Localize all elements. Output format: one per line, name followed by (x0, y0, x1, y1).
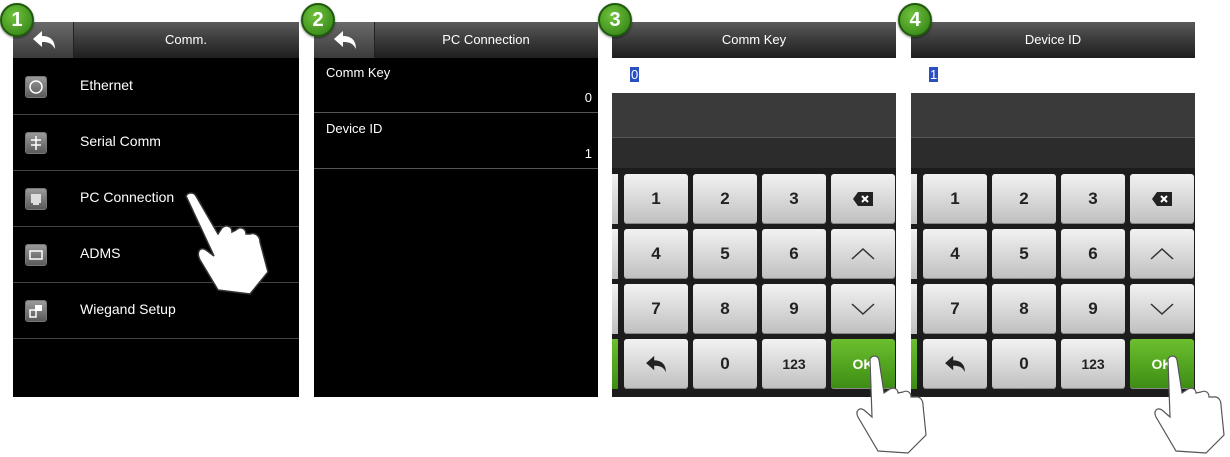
back-arrow-icon (334, 31, 356, 49)
ethernet-icon (25, 76, 47, 98)
pointing-hand-icon (856, 355, 927, 454)
mode-123-key[interactable]: 123 (762, 339, 826, 389)
chevron-up-icon (1150, 247, 1174, 260)
key-4[interactable]: 4 (923, 229, 987, 279)
setting-row-comm-key[interactable]: Comm Key 0 (314, 58, 598, 113)
value-input[interactable]: 1 (911, 58, 1195, 93)
menu-item-label: Ethernet (80, 77, 133, 93)
key-3[interactable]: 3 (762, 174, 826, 224)
pc-connection-icon (25, 188, 47, 210)
key-8[interactable]: 8 (992, 284, 1056, 334)
key-9[interactable]: 9 (1061, 284, 1125, 334)
page-title: Device ID (1024, 32, 1082, 47)
step-badge-1: 1 (0, 3, 34, 37)
key-8[interactable]: 8 (693, 284, 757, 334)
back-key[interactable] (923, 339, 987, 389)
mode-123-key[interactable]: 123 (1061, 339, 1125, 389)
menu-item-label: PC Connection (80, 189, 175, 205)
back-key[interactable] (624, 339, 688, 389)
key-edge (612, 339, 618, 389)
key-edge (612, 284, 618, 334)
page-title: Comm Key (721, 32, 787, 47)
input-value: 0 (630, 67, 640, 82)
key-edge (911, 174, 917, 224)
key-edge (911, 229, 917, 279)
input-area (612, 93, 896, 138)
key-1[interactable]: 1 (923, 174, 987, 224)
key-7[interactable]: 7 (624, 284, 688, 334)
pointing-hand-icon (185, 192, 269, 295)
menu-item-label: Serial Comm (80, 133, 161, 149)
key-5[interactable]: 5 (992, 229, 1056, 279)
back-arrow-icon (33, 31, 55, 49)
key-5[interactable]: 5 (693, 229, 757, 279)
title-bar: Comm Key (612, 22, 896, 58)
step-badge-2: 2 (301, 3, 335, 37)
key-1[interactable]: 1 (624, 174, 688, 224)
menu-item-serial-comm[interactable]: Serial Comm (13, 115, 299, 171)
key-2[interactable]: 2 (693, 174, 757, 224)
comm-key-keypad-screen: Comm Key 0 1 2 3 4 5 6 7 8 9 0 123 OK (612, 22, 896, 397)
menu-item-label: ADMS (80, 245, 121, 261)
keypad-divider (612, 138, 896, 168)
pc-connection-screen: PC Connection Comm Key 0 Device ID 1 (314, 22, 598, 397)
key-3[interactable]: 3 (1061, 174, 1125, 224)
setting-value: 0 (584, 90, 592, 105)
key-edge (612, 229, 618, 279)
key-9[interactable]: 9 (762, 284, 826, 334)
back-arrow-icon (646, 355, 666, 373)
backspace-icon (1152, 192, 1172, 206)
backspace-key[interactable] (1130, 174, 1194, 224)
key-edge (612, 174, 618, 224)
down-key[interactable] (1130, 284, 1194, 334)
value-input[interactable]: 0 (612, 58, 896, 93)
step-badge-4: 4 (898, 3, 932, 37)
adms-icon (25, 244, 47, 266)
title-bar: Comm. (13, 22, 299, 58)
backspace-icon (853, 192, 873, 206)
chevron-down-icon (1150, 303, 1174, 316)
keypad-divider (911, 138, 1195, 168)
backspace-key[interactable] (831, 174, 895, 224)
down-key[interactable] (831, 284, 895, 334)
page-title: PC Connection (442, 32, 530, 47)
serial-icon (25, 132, 47, 154)
key-2[interactable]: 2 (992, 174, 1056, 224)
chevron-up-icon (851, 247, 875, 260)
key-6[interactable]: 6 (762, 229, 826, 279)
back-arrow-icon (945, 355, 965, 373)
step-badge-3: 3 (598, 3, 632, 37)
setting-row-device-id[interactable]: Device ID 1 (314, 114, 598, 169)
key-0[interactable]: 0 (992, 339, 1056, 389)
menu-item-label: Wiegand Setup (80, 301, 176, 317)
input-value: 1 (929, 67, 939, 82)
page-title: Comm. (165, 32, 207, 47)
setting-label: Device ID (326, 121, 383, 136)
input-area (911, 93, 1195, 138)
device-id-keypad-screen: Device ID 1 1 2 3 4 5 6 7 8 9 0 123 OK (911, 22, 1195, 397)
up-key[interactable] (831, 229, 895, 279)
key-edge (911, 284, 917, 334)
menu-item-ethernet[interactable]: Ethernet (13, 59, 299, 115)
key-6[interactable]: 6 (1061, 229, 1125, 279)
key-0[interactable]: 0 (693, 339, 757, 389)
chevron-down-icon (851, 303, 875, 316)
title-bar: PC Connection (314, 22, 598, 58)
wiegand-icon (25, 300, 47, 322)
title-bar: Device ID (911, 22, 1195, 58)
key-7[interactable]: 7 (923, 284, 987, 334)
up-key[interactable] (1130, 229, 1194, 279)
key-4[interactable]: 4 (624, 229, 688, 279)
setting-value: 1 (584, 146, 592, 161)
pointing-hand-icon (1154, 355, 1225, 454)
setting-label: Comm Key (326, 65, 391, 80)
